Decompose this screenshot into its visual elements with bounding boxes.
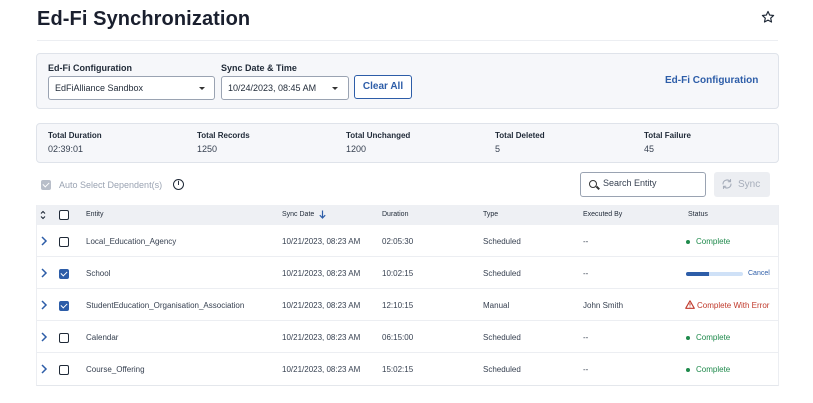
cell-status: Complete: [696, 365, 731, 374]
info-icon[interactable]: i: [173, 179, 184, 190]
cell-sync-date: 10/21/2023, 08:23 AM: [282, 237, 361, 246]
sort-down-arrow-icon[interactable]: [319, 210, 326, 219]
cancel-link[interactable]: Cancel: [748, 270, 770, 277]
cell-type: Scheduled: [483, 333, 521, 342]
cell-type: Scheduled: [483, 365, 521, 374]
stats-panel: Total Duration 02:39:01 Total Records 12…: [36, 123, 779, 163]
header-divider: [37, 40, 778, 41]
sync-button-label: Sync: [738, 179, 761, 190]
header-entity[interactable]: Entity: [86, 211, 104, 218]
cell-entity: StudentEducation_Organisation_Associatio…: [86, 301, 245, 310]
stat-total-duration-value: 02:39:01: [48, 144, 84, 154]
chevron-down-icon: [199, 87, 205, 90]
cell-type: Scheduled: [483, 269, 521, 278]
cell-executed-by: --: [583, 237, 589, 246]
stat-total-failure-value: 45: [644, 144, 655, 154]
sync-datetime-label: Sync Date & Time: [221, 63, 297, 73]
cell-type: Scheduled: [483, 237, 521, 246]
cell-status: Complete: [696, 237, 731, 246]
chevron-right-icon[interactable]: [40, 236, 48, 246]
config-label: Ed-Fi Configuration: [48, 63, 132, 73]
search-box[interactable]: [580, 172, 706, 197]
cell-entity: Course_Offering: [86, 365, 145, 374]
cell-executed-by: --: [583, 269, 589, 278]
chevron-right-icon[interactable]: [40, 268, 48, 278]
chevron-down-icon: [332, 87, 338, 90]
stat-total-unchanged-value: 1200: [346, 144, 367, 154]
filter-panel: Ed-Fi Configuration EdFiAlliance Sandbox…: [36, 53, 779, 109]
stat-total-deleted-value: 5: [495, 144, 501, 154]
table-row[interactable]: StudentEducation_Organisation_Associatio…: [36, 289, 779, 321]
search-input[interactable]: [603, 178, 701, 188]
warning-icon: [685, 300, 695, 309]
status-dot-icon: [686, 368, 690, 372]
row-checkbox[interactable]: [59, 301, 69, 311]
cell-status: Complete With Error: [697, 301, 770, 310]
page-title: Ed-Fi Synchronization: [37, 8, 251, 30]
search-icon: [589, 180, 597, 188]
header-sync-date[interactable]: Sync Date: [282, 211, 314, 218]
row-checkbox[interactable]: [59, 333, 69, 343]
clear-all-button[interactable]: Clear All: [354, 75, 412, 99]
table-row[interactable]: Local_Education_Agency 10/21/2023, 08:23…: [36, 225, 779, 257]
config-select[interactable]: EdFiAlliance Sandbox: [48, 76, 215, 100]
cell-sync-date: 10/21/2023, 08:23 AM: [282, 365, 361, 374]
cell-executed-by: John Smith: [583, 301, 624, 310]
status-dot-icon: [686, 240, 690, 244]
cell-status: Complete: [696, 333, 731, 342]
row-checkbox[interactable]: [59, 365, 69, 375]
cell-sync-date: 10/21/2023, 08:23 AM: [282, 333, 361, 342]
auto-select-checkbox[interactable]: [41, 180, 51, 190]
stat-total-records-label: Total Records: [197, 131, 250, 140]
status-dot-icon: [686, 336, 690, 340]
cell-sync-date: 10/21/2023, 08:23 AM: [282, 301, 361, 310]
stat-total-records-value: 1250: [197, 144, 218, 154]
cell-entity: Calendar: [86, 333, 119, 342]
cell-entity: School: [86, 269, 111, 278]
cell-duration: 06:15:00: [382, 333, 414, 342]
sync-datetime-select[interactable]: 10/24/2023, 08:45 AM: [221, 76, 349, 100]
stat-total-unchanged-label: Total Unchanged: [346, 131, 411, 140]
cell-entity: Local_Education_Agency: [86, 237, 177, 246]
row-checkbox[interactable]: [59, 269, 69, 279]
stat-total-deleted-label: Total Deleted: [495, 131, 545, 140]
stat-total-failure-label: Total Failure: [644, 131, 691, 140]
sync-progress-bar: [686, 272, 743, 276]
header-type[interactable]: Type: [483, 211, 498, 218]
stat-total-duration-label: Total Duration: [48, 131, 102, 140]
table-row[interactable]: Course_Offering 10/21/2023, 08:23 AM 15:…: [36, 353, 779, 385]
cell-duration: 10:02:15: [382, 269, 414, 278]
sync-button[interactable]: Sync: [714, 172, 770, 197]
header-status[interactable]: Status: [688, 211, 708, 218]
table-row[interactable]: Calendar 10/21/2023, 08:23 AM 06:15:00 S…: [36, 321, 779, 353]
sync-datetime-value: 10/24/2023, 08:45 AM: [228, 83, 317, 93]
cell-type: Manual: [483, 301, 510, 310]
cell-executed-by: --: [583, 333, 589, 342]
edfi-configuration-link[interactable]: Ed-Fi Configuration: [665, 75, 758, 86]
select-all-checkbox[interactable]: [59, 210, 69, 220]
header-duration[interactable]: Duration: [382, 211, 408, 218]
config-select-value: EdFiAlliance Sandbox: [55, 83, 144, 93]
sort-icon[interactable]: [40, 209, 46, 221]
table-header: Entity Sync Date Duration Type Executed …: [36, 205, 779, 225]
cell-duration: 02:05:30: [382, 237, 414, 246]
table-row[interactable]: School 10/21/2023, 08:23 AM 10:02:15 Sch…: [36, 257, 779, 289]
sync-progress-fill: [686, 272, 709, 276]
chevron-right-icon[interactable]: [40, 332, 48, 342]
header-executed-by[interactable]: Executed By: [583, 211, 622, 218]
sync-icon: [722, 178, 732, 190]
cell-duration: 12:10:15: [382, 301, 414, 310]
cell-sync-date: 10/21/2023, 08:23 AM: [282, 269, 361, 278]
chevron-right-icon[interactable]: [40, 300, 48, 310]
row-checkbox[interactable]: [59, 237, 69, 247]
chevron-right-icon[interactable]: [40, 364, 48, 374]
cell-executed-by: --: [583, 365, 589, 374]
auto-select-label: Auto Select Dependent(s): [59, 180, 163, 190]
cell-duration: 15:02:15: [382, 365, 414, 374]
star-icon[interactable]: [761, 10, 775, 24]
